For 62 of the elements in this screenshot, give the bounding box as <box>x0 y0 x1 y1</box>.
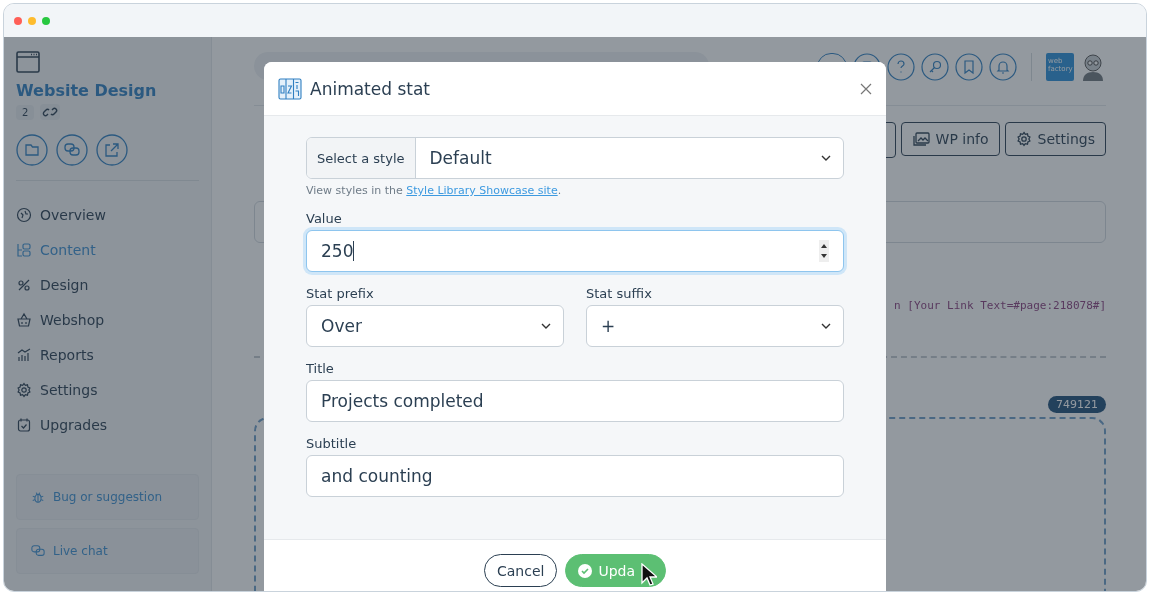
help-text: View styles in the Style Library Showcase site. <box>306 184 563 197</box>
chart-icon <box>16 346 32 363</box>
select-field[interactable]: + <box>586 305 844 347</box>
settings-button[interactable]: Settings <box>1004 122 1106 156</box>
compass-icon <box>16 206 32 223</box>
chevron-down-icon <box>541 323 551 329</box>
bug-report-button[interactable]: Bug or suggestion <box>16 474 199 520</box>
mouse-cursor-icon <box>641 563 657 587</box>
input-field[interactable]: Projects completed <box>306 380 844 422</box>
number-field[interactable]: 250 <box>306 230 844 272</box>
robot-avatar-icon[interactable] <box>1080 53 1106 81</box>
images-icon <box>911 132 930 146</box>
showcase-link[interactable]: Style Library Showcase site <box>406 184 558 197</box>
notifications-icon[interactable] <box>989 53 1017 81</box>
counter-icon <box>278 77 302 100</box>
folder-icon[interactable] <box>16 134 48 166</box>
close-icon[interactable] <box>860 82 872 95</box>
nav-item[interactable]: Webshop <box>16 302 199 337</box>
field-label: Stat suffix <box>586 286 653 301</box>
project-title: Website Design <box>16 81 158 100</box>
nav-item[interactable]: Content <box>16 232 199 267</box>
chat-bubbles-icon[interactable] <box>56 134 88 166</box>
select-field[interactable]: Over <box>306 305 564 347</box>
style-select[interactable]: Select a style Default <box>306 137 844 179</box>
chevron-down-icon <box>821 155 831 161</box>
dialog-title: Animated stat <box>310 78 431 99</box>
bug-icon <box>31 490 45 504</box>
update-button[interactable]: Upda <box>565 554 666 587</box>
bookmark-icon[interactable] <box>955 53 983 81</box>
field-label: Stat prefix <box>306 286 375 301</box>
calendar-check-icon <box>16 416 32 433</box>
external-link-icon[interactable] <box>96 134 128 166</box>
check-circle-icon <box>578 563 593 578</box>
basket-icon <box>16 311 32 328</box>
chat-icon <box>31 544 45 558</box>
spinner-arrows-icon[interactable] <box>819 240 829 262</box>
nav-item[interactable]: Design <box>16 267 199 302</box>
cancel-button[interactable]: Cancel <box>483 554 558 587</box>
field-label: Value <box>306 211 343 226</box>
layout-tree-icon <box>16 241 32 258</box>
window-control[interactable] <box>14 16 22 25</box>
nav-item[interactable]: Settings <box>16 372 199 407</box>
field-label: Subtitle <box>306 436 358 451</box>
browser-window-icon <box>16 51 40 73</box>
nav-item[interactable]: Upgrades <box>16 407 199 442</box>
input-field[interactable]: and counting <box>306 455 844 497</box>
window-control[interactable] <box>42 16 50 25</box>
shortcode-text: n [Your Link Text=#page:218078#] <box>894 299 1106 312</box>
count-badge: 2 <box>16 104 35 120</box>
gear-icon <box>16 381 32 398</box>
field-label: Title <box>306 361 335 376</box>
wp-info-button[interactable]: WP info <box>900 122 1000 156</box>
gear-icon <box>1015 131 1032 147</box>
nav-item[interactable]: Reports <box>16 337 199 372</box>
live-chat-button[interactable]: Live chat <box>16 528 199 574</box>
key-icon[interactable] <box>921 53 949 81</box>
window-control[interactable] <box>28 16 36 25</box>
nav-item[interactable]: Overview <box>16 197 199 232</box>
chevron-down-icon <box>821 323 831 329</box>
block-id-badge: 749121 <box>1048 396 1106 413</box>
help-icon[interactable] <box>887 53 915 81</box>
link-icon[interactable] <box>40 104 61 120</box>
